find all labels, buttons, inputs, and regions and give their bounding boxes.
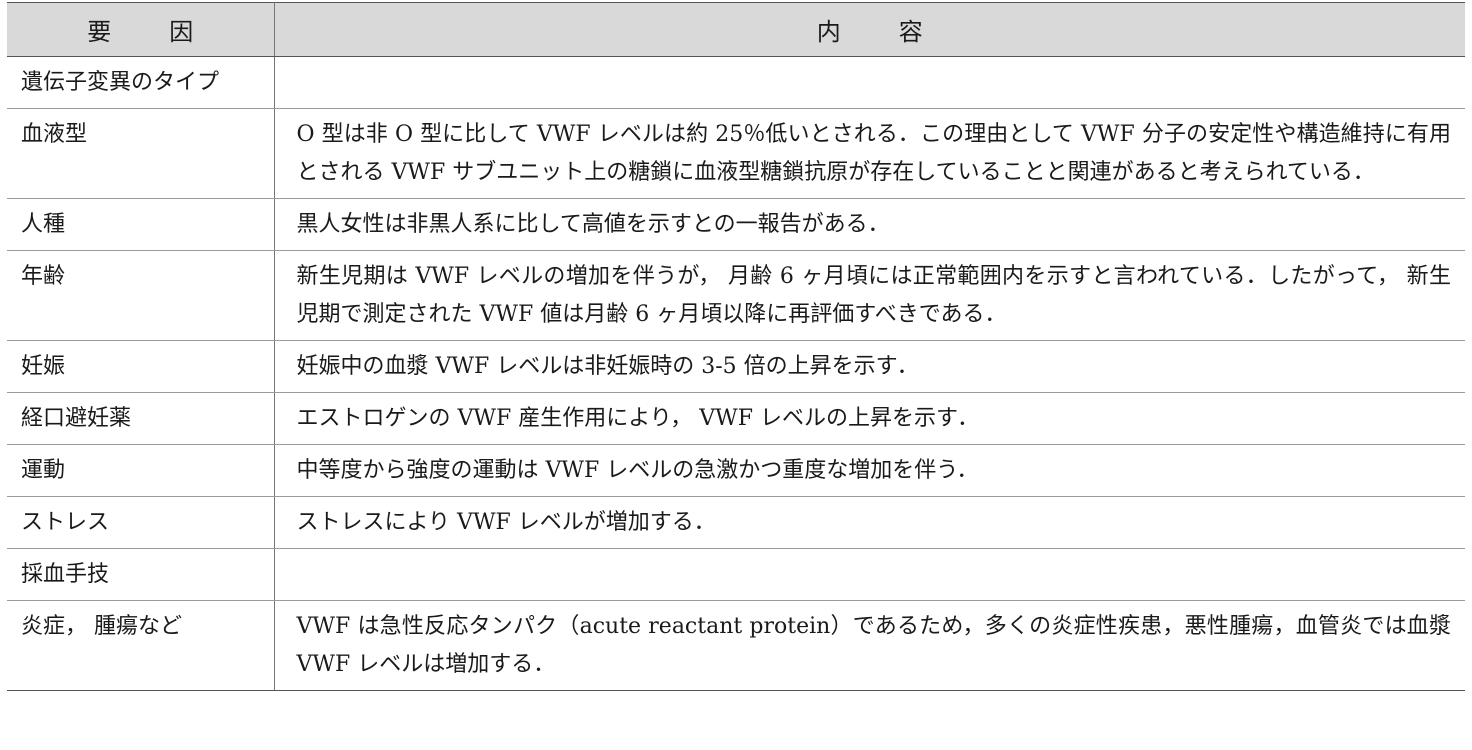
table-row: 妊娠 妊娠中の血漿 VWF レベルは非妊娠時の 3-5 倍の上昇を示す． xyxy=(7,340,1465,393)
content-cell: エストロゲンの VWF 産生作用により， VWF レベルの上昇を示す． xyxy=(274,392,1465,445)
factor-cell: ストレス xyxy=(7,496,275,549)
factor-cell: 炎症， 腫瘍など xyxy=(7,600,275,691)
table-row: 血液型 O 型は非 O 型に比して VWF レベルは約 25％低いとされる．この… xyxy=(7,108,1465,199)
table-row: 人種 黒人女性は非黒人系に比して高値を示すとの一報告がある． xyxy=(7,198,1465,251)
content-cell: 新生児期は VWF レベルの増加を伴うが， 月齢 6 ヶ月頃には正常範囲内を示す… xyxy=(274,250,1465,341)
header-content: 内 容 xyxy=(274,2,1465,57)
table-body: 遺伝子変異のタイプ 血液型 O 型は非 O 型に比して VWF レベルは約 25… xyxy=(7,56,1465,691)
content-cell xyxy=(274,56,1465,109)
content-cell: 黒人女性は非黒人系に比して高値を示すとの一報告がある． xyxy=(274,198,1465,251)
content-cell: 妊娠中の血漿 VWF レベルは非妊娠時の 3-5 倍の上昇を示す． xyxy=(274,340,1465,393)
factor-cell: 遺伝子変異のタイプ xyxy=(7,56,275,109)
header-factor: 要 因 xyxy=(7,2,275,57)
table-row: 運動 中等度から強度の運動は VWF レベルの急激かつ重度な増加を伴う． xyxy=(7,444,1465,497)
content-cell xyxy=(274,548,1465,601)
table-header: 要 因 内 容 xyxy=(7,2,1465,57)
factor-cell: 採血手技 xyxy=(7,548,275,601)
table-row: 遺伝子変異のタイプ xyxy=(7,56,1465,109)
factor-cell: 運動 xyxy=(7,444,275,497)
content-cell: ストレスにより VWF レベルが増加する． xyxy=(274,496,1465,549)
table-row: 経口避妊薬 エストロゲンの VWF 産生作用により， VWF レベルの上昇を示す… xyxy=(7,392,1465,445)
factor-cell: 妊娠 xyxy=(7,340,275,393)
content-cell: 中等度から強度の運動は VWF レベルの急激かつ重度な増加を伴う． xyxy=(274,444,1465,497)
vwf-factor-table-container: 要 因 内 容 遺伝子変異のタイプ 血液型 O 型は非 O 型に比して VWF … xyxy=(7,2,1465,691)
table-row: 年齢 新生児期は VWF レベルの増加を伴うが， 月齢 6 ヶ月頃には正常範囲内… xyxy=(7,250,1465,341)
table-row: 炎症， 腫瘍など VWF は急性反応タンパク（acute reactant pr… xyxy=(7,600,1465,691)
table-row: ストレス ストレスにより VWF レベルが増加する． xyxy=(7,496,1465,549)
content-cell: VWF は急性反応タンパク（acute reactant protein）である… xyxy=(274,600,1465,691)
factor-cell: 年齢 xyxy=(7,250,275,341)
vwf-factor-table: 要 因 内 容 遺伝子変異のタイプ 血液型 O 型は非 O 型に比して VWF … xyxy=(7,2,1465,691)
factor-cell: 経口避妊薬 xyxy=(7,392,275,445)
factor-cell: 人種 xyxy=(7,198,275,251)
header-row: 要 因 内 容 xyxy=(7,2,1465,57)
factor-cell: 血液型 xyxy=(7,108,275,199)
content-cell: O 型は非 O 型に比して VWF レベルは約 25％低いとされる．この理由とし… xyxy=(274,108,1465,199)
table-row: 採血手技 xyxy=(7,548,1465,601)
